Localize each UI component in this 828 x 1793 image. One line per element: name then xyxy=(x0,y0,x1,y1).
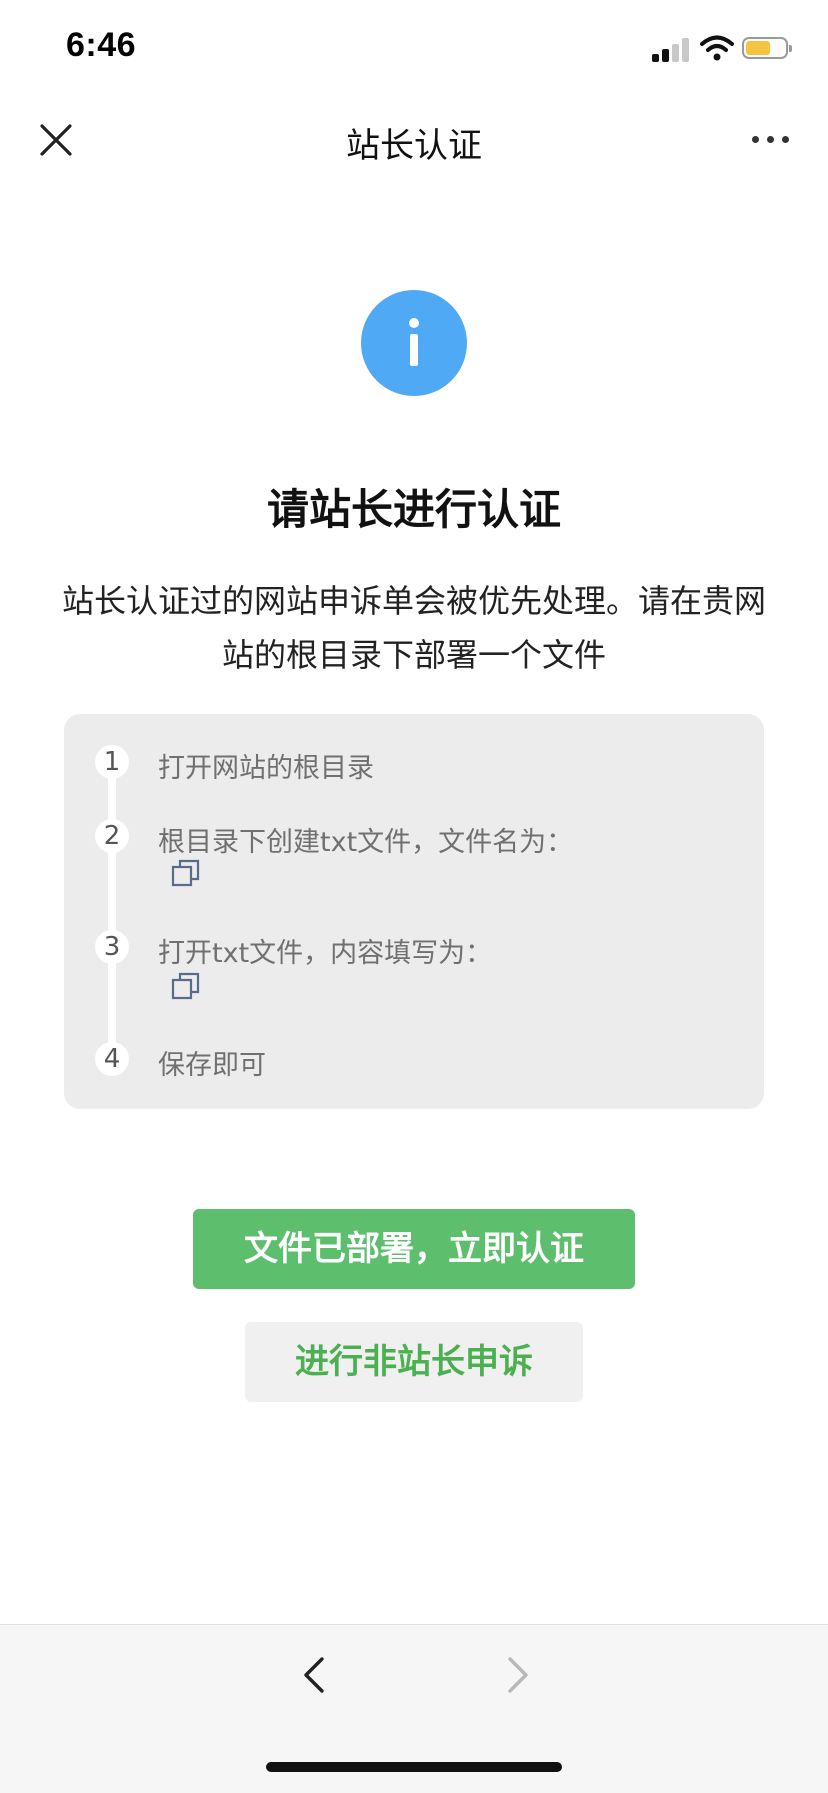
chevron-left-icon[interactable] xyxy=(300,1655,328,1695)
more-icon[interactable] xyxy=(752,136,792,146)
verify-now-button[interactable]: 文件已部署，立即认证 xyxy=(193,1209,635,1289)
step-number: 1 xyxy=(95,745,129,779)
non-owner-appeal-button[interactable]: 进行非站长申诉 xyxy=(245,1322,583,1402)
copy-icon[interactable] xyxy=(171,971,201,1001)
wifi-icon xyxy=(700,35,734,61)
chevron-right-icon[interactable] xyxy=(504,1655,532,1695)
step-text: 保存即可 xyxy=(158,1050,266,1081)
page-title: 站长认证 xyxy=(346,126,482,166)
step-text: 打开网站的根目录 xyxy=(158,753,374,784)
info-icon xyxy=(361,290,467,396)
home-indicator xyxy=(266,1762,562,1772)
step-text: 打开txt文件，内容填写为： xyxy=(158,938,493,969)
step-number: 2 xyxy=(95,819,129,853)
status-time: 6:46 xyxy=(66,26,137,64)
description-text: 站长认证过的网站申诉单会被优先处理。请在贵网站的根目录下部署一个文件 xyxy=(61,582,766,674)
main-title: 请站长进行认证 xyxy=(266,485,561,534)
step-text: 根目录下创建txt文件，文件名为： xyxy=(158,827,574,858)
step-number: 3 xyxy=(95,930,129,964)
step-number: 4 xyxy=(95,1042,129,1076)
copy-icon[interactable] xyxy=(171,858,201,888)
signal-icon xyxy=(652,38,690,62)
battery-icon xyxy=(742,37,792,59)
steps-timeline xyxy=(108,760,116,1060)
